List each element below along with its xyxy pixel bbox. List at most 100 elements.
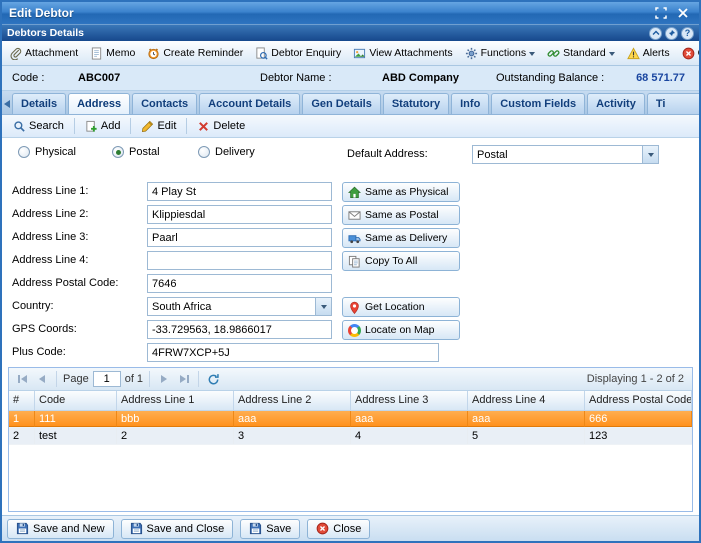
search-button[interactable]: Search xyxy=(6,117,71,136)
tab-contacts[interactable]: Contacts xyxy=(132,93,197,114)
add-button[interactable]: Add xyxy=(78,117,128,136)
column-header-address-line-4[interactable]: Address Line 4 xyxy=(468,391,585,410)
tab-ti[interactable]: Ti xyxy=(647,93,699,114)
column-header-number[interactable]: # xyxy=(9,391,35,410)
attachment-button[interactable]: Attachment xyxy=(5,44,82,63)
gps-coords-input[interactable] xyxy=(147,320,332,339)
debtor-enquiry-button[interactable]: Debtor Enquiry xyxy=(251,44,345,63)
page-count-label: of 1 xyxy=(125,373,143,385)
address-postal-code-label: Address Postal Code: xyxy=(12,277,118,289)
first-page-button[interactable] xyxy=(14,371,30,387)
toolbar-separator xyxy=(74,118,75,134)
tab-gen-details[interactable]: Gen Details xyxy=(302,93,381,114)
column-header-address-line-3[interactable]: Address Line 3 xyxy=(351,391,468,410)
close-icon[interactable] xyxy=(674,6,692,21)
save-and-new-button[interactable]: Save and New xyxy=(7,519,114,539)
save-icon xyxy=(130,522,143,535)
tab-account-details[interactable]: Account Details xyxy=(199,93,300,114)
close-footer-button[interactable]: Close xyxy=(307,519,370,539)
outstanding-balance-label: Outstanding Balance : xyxy=(496,72,604,84)
column-header-address-line-1[interactable]: Address Line 1 xyxy=(117,391,234,410)
tab-activity[interactable]: Activity xyxy=(587,93,645,114)
cell-code: test xyxy=(35,428,117,444)
save-and-close-label: Save and Close xyxy=(147,523,225,535)
address-line-2-input[interactable] xyxy=(147,205,332,224)
help-icon[interactable]: ? xyxy=(681,27,694,40)
same-as-delivery-button[interactable]: Same as Delivery xyxy=(342,228,460,248)
outstanding-balance-value: 68 571.77 xyxy=(636,72,685,84)
chevron-down-icon[interactable] xyxy=(315,298,331,315)
debtor-enquiry-label: Debtor Enquiry xyxy=(271,47,341,59)
last-page-button[interactable] xyxy=(176,371,192,387)
prev-page-button[interactable] xyxy=(34,371,50,387)
chevron-down-icon[interactable] xyxy=(642,146,658,163)
radio-physical[interactable]: Physical xyxy=(18,146,76,158)
create-reminder-label: Create Reminder xyxy=(163,47,243,59)
address-line-1-input[interactable] xyxy=(147,182,332,201)
memo-button[interactable]: Memo xyxy=(86,44,139,63)
alerts-button[interactable]: Alerts xyxy=(623,44,674,63)
refresh-icon xyxy=(207,373,220,386)
address-line-3-input[interactable] xyxy=(147,228,332,247)
refresh-button[interactable] xyxy=(205,371,221,387)
pencil-icon xyxy=(141,120,154,133)
column-header-code[interactable]: Code xyxy=(35,391,117,410)
copy-to-all-button[interactable]: Copy To All xyxy=(342,251,460,271)
close-toolbar-button[interactable]: Close xyxy=(678,44,699,63)
address-line-3-label: Address Line 3: xyxy=(12,231,88,243)
column-header-address-line-2[interactable]: Address Line 2 xyxy=(234,391,351,410)
same-as-postal-button[interactable]: Same as Postal xyxy=(342,205,460,225)
save-and-close-button[interactable]: Save and Close xyxy=(121,519,234,539)
delete-label: Delete xyxy=(213,120,245,132)
tab-details[interactable]: Details xyxy=(12,93,66,114)
footer-bar: Save and New Save and Close Save Close xyxy=(2,515,699,541)
create-reminder-button[interactable]: Create Reminder xyxy=(143,44,247,63)
search-label: Search xyxy=(29,120,64,132)
tab-info[interactable]: Info xyxy=(451,93,489,114)
pager-separator xyxy=(149,371,150,387)
table-row[interactable]: 2 test 2 3 4 5 123 xyxy=(9,428,692,445)
code-value: ABC007 xyxy=(78,72,120,84)
address-line-4-input[interactable] xyxy=(147,251,332,270)
panel-title: Debtors Details xyxy=(7,27,84,39)
default-address-select[interactable]: Postal xyxy=(472,145,659,164)
add-label: Add xyxy=(101,120,121,132)
column-header-postal-code[interactable]: Address Postal Code xyxy=(585,391,692,410)
tab-strip: Details Address Contacts Account Details… xyxy=(2,91,699,115)
delete-button[interactable]: Delete xyxy=(190,117,252,136)
locate-on-map-button[interactable]: Locate on Map xyxy=(342,320,460,340)
restore-icon[interactable] xyxy=(652,6,670,21)
radio-delivery[interactable]: Delivery xyxy=(198,146,255,158)
radio-postal-label: Postal xyxy=(129,146,160,158)
address-postal-code-input[interactable] xyxy=(147,274,332,293)
address-tab-content: Physical Postal Delivery Default Address… xyxy=(2,138,699,515)
functions-button[interactable]: Functions xyxy=(461,44,540,63)
displaying-text: Displaying 1 - 2 of 2 xyxy=(587,373,687,385)
attachment-icon xyxy=(9,47,22,60)
save-button[interactable]: Save xyxy=(240,519,300,539)
country-select[interactable]: South Africa xyxy=(147,297,332,316)
save-icon xyxy=(16,522,29,535)
cell-row-number: 2 xyxy=(9,428,35,444)
table-row[interactable]: 1 111 bbb aaa aaa aaa 666 xyxy=(9,411,692,428)
radio-postal[interactable]: Postal xyxy=(112,146,160,158)
functions-label: Functions xyxy=(481,47,527,59)
next-page-button[interactable] xyxy=(156,371,172,387)
close-circle-icon xyxy=(682,47,695,60)
tab-scroll-left[interactable] xyxy=(4,94,10,114)
edit-button[interactable]: Edit xyxy=(134,117,183,136)
tab-custom-fields[interactable]: Custom Fields xyxy=(491,93,585,114)
get-location-button[interactable]: Get Location xyxy=(342,297,460,317)
view-attachments-button[interactable]: View Attachments xyxy=(349,44,456,63)
plus-code-input[interactable] xyxy=(147,343,439,362)
enquiry-icon xyxy=(255,47,268,60)
same-as-physical-button[interactable]: Same as Physical xyxy=(342,182,460,202)
pin-icon[interactable] xyxy=(665,27,678,40)
tab-statutory[interactable]: Statutory xyxy=(383,93,449,114)
standard-button[interactable]: Standard xyxy=(543,44,619,63)
page-input[interactable] xyxy=(93,371,121,387)
code-label: Code : xyxy=(12,72,44,84)
page-label: Page xyxy=(63,373,89,385)
tab-address[interactable]: Address xyxy=(68,93,130,114)
collapse-icon[interactable] xyxy=(649,27,662,40)
